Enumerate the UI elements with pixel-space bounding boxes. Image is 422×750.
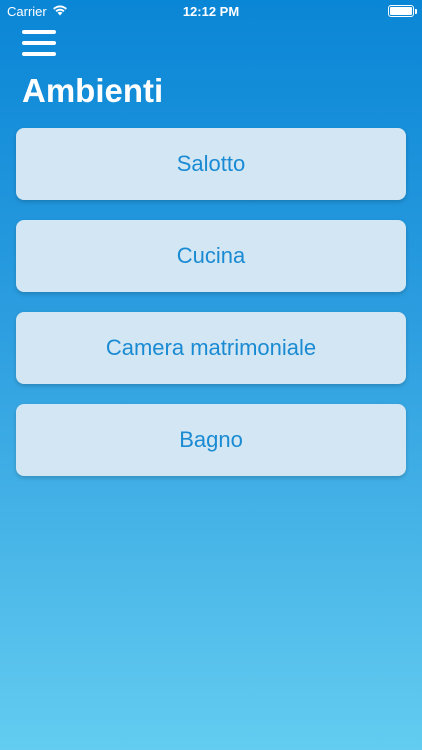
hamburger-menu-icon[interactable]	[22, 30, 56, 56]
room-button-cucina[interactable]: Cucina	[16, 220, 406, 292]
room-button-camera-matrimoniale[interactable]: Camera matrimoniale	[16, 312, 406, 384]
room-button-label: Salotto	[176, 151, 246, 176]
battery-icon	[388, 5, 417, 17]
room-button-label: Cucina	[176, 243, 246, 268]
room-list: Salotto Cucina Camera matrimoniale Bagno	[16, 128, 406, 476]
room-button-salotto[interactable]: Salotto	[16, 128, 406, 200]
status-time: 12:12 PM	[182, 4, 240, 19]
status-bar: Carrier 12:12 PM	[0, 0, 422, 22]
room-button-label: Camera matrimoniale	[105, 335, 317, 360]
page-title: Ambienti	[22, 72, 164, 109]
room-button-label: Bagno	[179, 427, 243, 452]
room-button-bagno[interactable]: Bagno	[16, 404, 406, 476]
